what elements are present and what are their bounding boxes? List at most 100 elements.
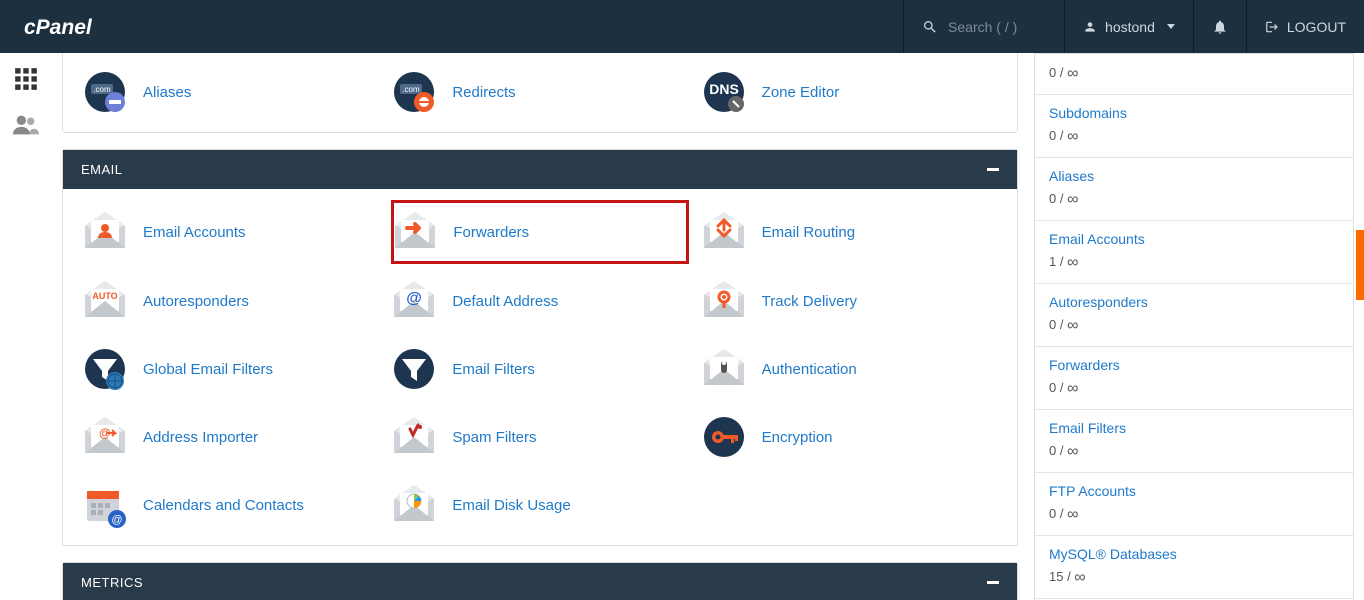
- app-forwarders[interactable]: Forwarders: [391, 200, 688, 264]
- stat-label[interactable]: Subdomains: [1049, 105, 1127, 121]
- stat-value: 0 / ∞: [1049, 65, 1078, 80]
- app-label: Aliases: [143, 84, 191, 101]
- stat-row: Forwarders 0 / ∞: [1035, 347, 1353, 410]
- app-label: Address Importer: [143, 429, 258, 446]
- app-label: Forwarders: [453, 224, 529, 241]
- stat-row: Autoresponders0 / ∞: [1035, 284, 1353, 347]
- app-label: Email Disk Usage: [452, 497, 570, 514]
- stat-row: 0 / ∞: [1035, 54, 1353, 95]
- app-email-accounts[interactable]: Email Accounts: [81, 199, 380, 265]
- global-search[interactable]: [903, 0, 1064, 53]
- collapse-icon[interactable]: [987, 168, 999, 171]
- stat-row: FTP Accounts 0 / ∞: [1035, 473, 1353, 536]
- logout-button[interactable]: LOGOUT: [1246, 0, 1364, 53]
- bell-icon: [1212, 19, 1228, 35]
- stat-row: MySQL® Databases15 / ∞: [1035, 536, 1353, 599]
- stat-label[interactable]: Aliases: [1049, 168, 1094, 184]
- global-email-filters-icon: [81, 345, 129, 393]
- aliases-icon: .com: [81, 68, 129, 116]
- app-address-importer[interactable]: @ Address Importer: [81, 405, 380, 469]
- app-label: Global Email Filters: [143, 361, 273, 378]
- autoresponders-icon: AUTO: [81, 277, 129, 325]
- app-spam-filters[interactable]: Spam Filters: [390, 405, 689, 469]
- panel-header[interactable]: METRICS: [63, 563, 1017, 600]
- user-icon: [1083, 20, 1097, 34]
- stat-value: 1 / ∞: [1049, 254, 1078, 269]
- forwarders-icon: [391, 208, 439, 256]
- spam-filters-icon: [390, 413, 438, 461]
- app-global-email-filters[interactable]: Global Email Filters: [81, 337, 380, 401]
- app-label: Email Routing: [762, 224, 855, 241]
- stat-value: 0 / ∞: [1049, 506, 1078, 521]
- stat-label[interactable]: Autoresponders: [1049, 294, 1148, 310]
- stat-label[interactable]: Forwarders: [1049, 357, 1120, 373]
- app-label: Encryption: [762, 429, 833, 446]
- app-label: Zone Editor: [762, 84, 840, 101]
- stat-row: Subdomains 0 / ∞: [1035, 95, 1353, 158]
- stat-label[interactable]: Email Filters: [1049, 420, 1126, 436]
- panel-domains-partial: .com Aliases .com Redirects DNS Zone Editor: [62, 53, 1018, 133]
- users-icon: [12, 113, 40, 137]
- calendars-contacts-icon: @: [81, 481, 129, 529]
- svg-text:AUTO: AUTO: [92, 291, 117, 301]
- brand-logo[interactable]: cPanel: [0, 13, 160, 41]
- panel-title: METRICS: [81, 575, 143, 590]
- encryption-icon: [700, 413, 748, 461]
- panel-title: EMAIL: [81, 162, 123, 177]
- app-encryption[interactable]: Encryption: [700, 405, 999, 469]
- stat-label[interactable]: MySQL® Databases: [1049, 546, 1177, 562]
- panel-header[interactable]: EMAIL: [63, 150, 1017, 189]
- zone-editor-icon: DNS: [700, 68, 748, 116]
- stat-row: Email Accounts 1 / ∞: [1035, 221, 1353, 284]
- rail-apps-grid[interactable]: [12, 65, 40, 93]
- logout-icon: [1265, 20, 1279, 34]
- app-authentication[interactable]: Authentication: [700, 337, 999, 401]
- panel-body: .com Aliases .com Redirects DNS Zone Editor: [63, 53, 1017, 132]
- app-default-address[interactable]: @ Default Address: [390, 269, 689, 333]
- notifications-button[interactable]: [1193, 0, 1246, 53]
- app-calendars-contacts[interactable]: @ Calendars and Contacts: [81, 473, 380, 537]
- svg-text:cPanel: cPanel: [24, 16, 93, 39]
- stat-row: Aliases 0 / ∞: [1035, 158, 1353, 221]
- redirects-icon: .com: [390, 68, 438, 116]
- rail-users[interactable]: [12, 111, 40, 139]
- chevron-down-icon: [1167, 24, 1175, 29]
- app-email-routing[interactable]: Email Routing: [700, 199, 999, 265]
- stat-value: 0 / ∞: [1049, 380, 1078, 395]
- app-label: Redirects: [452, 84, 515, 101]
- app-redirects[interactable]: .com Redirects: [390, 60, 689, 124]
- svg-text:.com: .com: [93, 85, 111, 94]
- email-filters-icon: [390, 345, 438, 393]
- stat-value: 0 / ∞: [1049, 128, 1078, 143]
- user-menu[interactable]: hostond: [1064, 0, 1193, 53]
- app-label: Spam Filters: [452, 429, 536, 446]
- app-zone-editor[interactable]: DNS Zone Editor: [700, 60, 999, 124]
- app-email-disk-usage[interactable]: Email Disk Usage: [390, 473, 689, 537]
- grid-icon: [13, 66, 39, 92]
- app-email-filters[interactable]: Email Filters: [390, 337, 689, 401]
- app-label: Default Address: [452, 293, 558, 310]
- svg-text:.com: .com: [403, 85, 421, 94]
- app-track-delivery[interactable]: Track Delivery: [700, 269, 999, 333]
- collapse-icon[interactable]: [987, 581, 999, 584]
- stat-label[interactable]: FTP Accounts: [1049, 483, 1136, 499]
- cpanel-logo-icon: cPanel: [24, 13, 136, 41]
- logout-label: LOGOUT: [1287, 19, 1346, 35]
- authentication-icon: [700, 345, 748, 393]
- panel-body: Email Accounts Forwarders Email Routing …: [63, 189, 1017, 545]
- search-icon: [922, 19, 938, 35]
- app-label: Calendars and Contacts: [143, 497, 304, 514]
- svg-text:@: @: [111, 514, 122, 526]
- main-scroll-area: .com Aliases .com Redirects DNS Zone Editor EM…: [52, 53, 1364, 600]
- track-delivery-icon: [700, 277, 748, 325]
- app-label: Authentication: [762, 361, 857, 378]
- scrollbar-indicator: [1356, 230, 1364, 300]
- stat-label[interactable]: Email Accounts: [1049, 231, 1145, 247]
- email-disk-usage-icon: [390, 481, 438, 529]
- search-input[interactable]: [946, 18, 1046, 36]
- app-autoresponders[interactable]: AUTO Autoresponders: [81, 269, 380, 333]
- stat-value: 0 / ∞: [1049, 191, 1078, 206]
- app-label: Autoresponders: [143, 293, 249, 310]
- app-label: Track Delivery: [762, 293, 857, 310]
- app-aliases[interactable]: .com Aliases: [81, 60, 380, 124]
